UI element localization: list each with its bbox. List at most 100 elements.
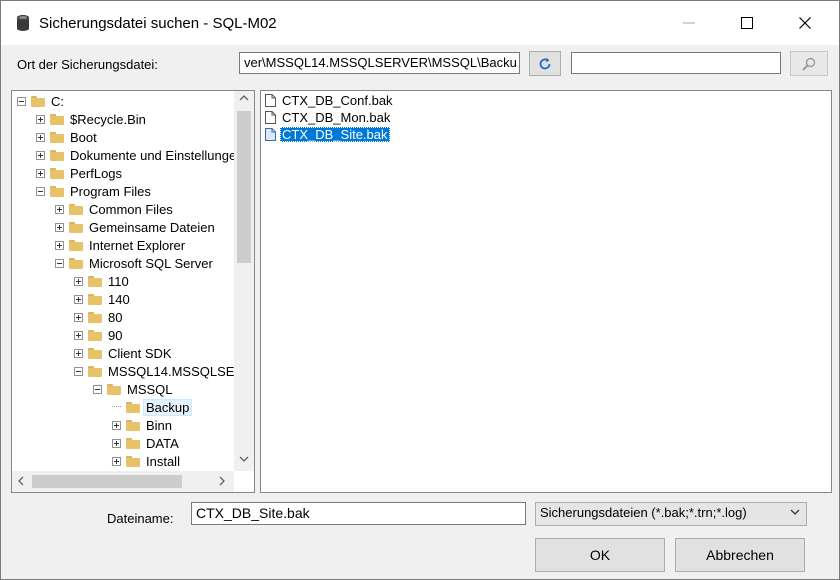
tree-item[interactable]: PerfLogs <box>36 164 122 182</box>
collapse-icon[interactable] <box>17 96 26 106</box>
refresh-button[interactable] <box>529 51 561 76</box>
tree-item-label: MSSQL <box>127 381 173 397</box>
tree-item-label: DATA <box>146 435 179 451</box>
tree-item[interactable]: 140 <box>74 290 130 308</box>
tree-item[interactable]: Dokumente und Einstellungen <box>36 146 234 164</box>
minimize-icon <box>683 22 695 24</box>
filename-input[interactable]: CTX_DB_Site.bak <box>191 502 526 525</box>
expand-icon[interactable] <box>36 168 45 178</box>
close-button[interactable] <box>775 1 835 45</box>
tree-vertical-scrollbar[interactable] <box>234 91 254 471</box>
expand-icon[interactable] <box>74 348 83 358</box>
tree-item[interactable]: 90 <box>74 326 122 344</box>
expand-icon[interactable] <box>112 420 121 430</box>
minimize-button[interactable] <box>659 1 719 45</box>
file-item-label: CTX_DB_Conf.bak <box>282 93 393 108</box>
folder-tree[interactable]: C: $Recycle.Bin Boot Dokumente und Einstell… <box>11 90 255 493</box>
file-item[interactable]: CTX_DB_Conf.bak <box>265 92 395 109</box>
tree-item[interactable]: Common Files <box>55 200 173 218</box>
tree-item[interactable]: MSSQL14.MSSQLSERVER <box>74 362 234 380</box>
tree-horizontal-scroll-thumb[interactable] <box>32 475 182 488</box>
folder-icon <box>50 185 64 197</box>
location-label: Ort der Sicherungsdatei: <box>17 57 158 72</box>
expand-icon[interactable] <box>55 204 64 214</box>
collapse-icon[interactable] <box>74 366 83 376</box>
folder-icon <box>50 131 64 143</box>
tree-vertical-scroll-thumb[interactable] <box>237 111 251 263</box>
folder-icon <box>88 365 102 377</box>
tree-item[interactable]: Microsoft SQL Server <box>55 254 213 272</box>
scroll-up-arrow-icon[interactable] <box>239 94 249 105</box>
expand-icon[interactable] <box>74 312 83 322</box>
expand-icon[interactable] <box>36 114 45 124</box>
tree-item-label: $Recycle.Bin <box>70 111 146 127</box>
filetype-select[interactable]: Sicherungsdateien (*.bak;*.trn;*.log) <box>535 502 807 526</box>
folder-tree-viewport: C: $Recycle.Bin Boot Dokumente und Einstell… <box>12 91 234 471</box>
expand-icon[interactable] <box>112 456 121 466</box>
database-icon <box>17 15 29 31</box>
tree-item-label: 110 <box>108 273 129 289</box>
expand-icon[interactable] <box>55 222 64 232</box>
scroll-left-arrow-icon[interactable] <box>17 476 25 489</box>
cancel-button[interactable]: Abbrechen <box>675 538 805 572</box>
expand-icon[interactable] <box>36 150 45 160</box>
collapse-icon[interactable] <box>93 384 102 394</box>
file-item[interactable]: CTX_DB_Mon.bak <box>265 109 392 126</box>
file-icon <box>265 111 276 124</box>
maximize-button[interactable] <box>717 1 777 45</box>
tree-item[interactable]: 110 <box>74 272 129 290</box>
tree-item[interactable]: Binn <box>112 416 172 434</box>
scroll-right-arrow-icon[interactable] <box>218 476 226 489</box>
file-icon <box>265 128 276 141</box>
tree-item-label: Common Files <box>89 201 173 217</box>
chevron-down-icon <box>790 509 800 515</box>
expand-icon[interactable] <box>74 276 83 286</box>
folder-icon <box>126 419 140 431</box>
tree-item[interactable]: DATA <box>112 434 179 452</box>
tree-item-label: C: <box>51 93 64 109</box>
tree-item-label: Install <box>146 453 180 469</box>
ok-button[interactable]: OK <box>535 538 665 572</box>
tree-item-label: 80 <box>108 309 123 325</box>
scroll-down-arrow-icon[interactable] <box>239 455 249 466</box>
search-input[interactable] <box>571 52 781 74</box>
tree-item-label: PerfLogs <box>70 165 123 181</box>
tree-item[interactable]: Backup <box>112 398 193 416</box>
tree-item[interactable]: $Recycle.Bin <box>36 110 146 128</box>
folder-icon <box>69 239 83 251</box>
file-icon <box>265 94 276 107</box>
expand-icon[interactable] <box>55 240 64 250</box>
tree-item-label: Microsoft SQL Server <box>89 255 213 271</box>
expand-icon[interactable] <box>112 438 121 448</box>
file-item[interactable]: CTX_DB_Site.bak <box>265 126 390 143</box>
location-path-input[interactable]: ver\MSSQL14.MSSQLSERVER\MSSQL\Backu <box>239 52 520 74</box>
tree-item[interactable]: Internet Explorer <box>55 236 185 254</box>
folder-icon <box>126 401 140 413</box>
tree-item[interactable]: Program Files <box>36 182 151 200</box>
close-icon <box>799 17 811 29</box>
tree-item[interactable]: Boot <box>36 128 97 146</box>
folder-icon <box>126 437 140 449</box>
expand-icon[interactable] <box>74 330 83 340</box>
refresh-icon <box>539 57 551 69</box>
expand-icon[interactable] <box>36 132 45 142</box>
tree-item-label: 90 <box>108 327 123 343</box>
tree-item-label: MSSQL14.MSSQLSERVER <box>108 363 234 379</box>
folder-icon <box>88 275 102 287</box>
tree-horizontal-scrollbar[interactable] <box>12 471 234 492</box>
collapse-icon[interactable] <box>55 258 64 268</box>
collapse-icon[interactable] <box>36 186 45 196</box>
tree-item[interactable]: Install <box>112 452 180 470</box>
title-bar[interactable]: Sicherungsdatei suchen - SQL-M02 <box>1 1 839 45</box>
search-button[interactable] <box>790 51 828 76</box>
expand-icon[interactable] <box>74 294 83 304</box>
folder-icon <box>107 383 121 395</box>
filetype-selected-value: Sicherungsdateien (*.bak;*.trn;*.log) <box>540 505 747 520</box>
filename-label: Dateiname: <box>107 511 174 526</box>
tree-item[interactable]: C: <box>17 92 64 110</box>
tree-item[interactable]: Client SDK <box>74 344 172 362</box>
tree-item[interactable]: MSSQL <box>93 380 173 398</box>
file-list[interactable]: CTX_DB_Conf.bak CTX_DB_Mon.bak CTX_DB_Site… <box>260 90 832 493</box>
tree-item[interactable]: Gemeinsame Dateien <box>55 218 215 236</box>
tree-item[interactable]: 80 <box>74 308 122 326</box>
